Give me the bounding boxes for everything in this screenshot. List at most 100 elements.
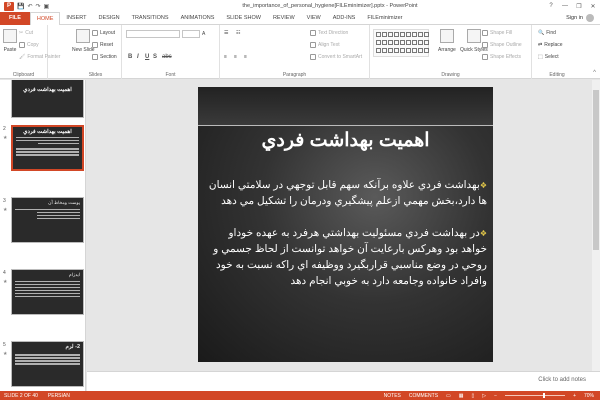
shape-icon[interactable] — [423, 47, 429, 53]
notes-toggle[interactable]: NOTES — [384, 393, 401, 399]
tab-design[interactable]: DESIGN — [93, 12, 126, 25]
slide-thumbnail-3[interactable]: پوست ومخاط آن — [11, 197, 84, 243]
shape-icon[interactable] — [411, 39, 417, 45]
select-button[interactable]: ⬚ Select — [538, 54, 559, 60]
tab-fileminimizer[interactable]: FILEminimizer — [361, 12, 408, 25]
slideshow-view-icon[interactable]: ▷ — [482, 393, 486, 399]
underline-button[interactable]: U — [145, 54, 149, 60]
current-slide[interactable]: اهمیت بهداشت فردي ❖بهداشت فردي علاوه برآ… — [198, 87, 493, 362]
reset-button[interactable]: Reset — [92, 42, 113, 48]
find-button[interactable]: 🔍 Find — [538, 30, 556, 36]
close-button[interactable]: ✕ — [586, 3, 600, 10]
slide-sorter-icon[interactable]: ▦ — [459, 393, 464, 399]
undo-icon[interactable]: ↶ — [27, 3, 32, 10]
language-indicator[interactable]: PERSIAN — [48, 393, 70, 399]
format-painter-button[interactable]: 🖌 Format Painter — [19, 54, 60, 60]
slide-thumbnail-2[interactable]: اهمیت بهداشت فردي — [11, 125, 84, 171]
notes-pane[interactable]: Click to add notes — [87, 371, 600, 391]
align-right-button[interactable]: ≡ — [244, 54, 247, 60]
start-slideshow-icon[interactable]: ▣ — [44, 3, 50, 10]
section-button[interactable]: Section — [92, 54, 117, 60]
cut-button[interactable]: ✂ Cut — [19, 30, 33, 36]
collapse-ribbon-icon[interactable]: ^ — [593, 70, 596, 76]
shape-icon[interactable] — [399, 47, 405, 53]
shape-icon[interactable] — [387, 31, 393, 37]
shape-icon[interactable] — [381, 39, 387, 45]
tab-file[interactable]: FILE — [0, 11, 30, 25]
save-icon[interactable]: 💾 — [17, 3, 24, 10]
bold-button[interactable]: B — [128, 54, 132, 60]
shape-icon[interactable] — [393, 47, 399, 53]
scrollbar-thumb[interactable] — [593, 90, 599, 250]
tab-insert[interactable]: INSERT — [60, 12, 92, 25]
shape-icon[interactable] — [375, 47, 381, 53]
slide-thumbnail-1[interactable]: اهمیت بهداشت فردي — [11, 80, 84, 118]
shape-icon[interactable] — [411, 31, 417, 37]
slide-thumbnail-5[interactable]: 2- لرم — [11, 341, 84, 387]
shapes-gallery[interactable] — [373, 29, 429, 57]
copy-button[interactable]: Copy — [19, 42, 39, 48]
zoom-out-icon[interactable]: − — [494, 393, 497, 399]
shape-icon[interactable] — [387, 39, 393, 45]
shape-icon[interactable] — [399, 31, 405, 37]
reading-view-icon[interactable]: ▯ — [472, 393, 475, 399]
shape-fill-button[interactable]: Shape Fill — [482, 30, 512, 36]
tab-transitions[interactable]: TRANSITIONS — [126, 12, 175, 25]
tab-slide-show[interactable]: SLIDE SHOW — [220, 12, 267, 25]
shape-icon[interactable] — [417, 39, 423, 45]
shape-outline-button[interactable]: Shape Outline — [482, 42, 522, 48]
text-direction-button[interactable]: Text Direction — [310, 30, 348, 36]
slide-title[interactable]: اهمیت بهداشت فردي — [198, 129, 493, 152]
zoom-in-icon[interactable]: + — [573, 393, 576, 399]
shape-icon[interactable] — [417, 47, 423, 53]
help-button[interactable]: ? — [544, 3, 558, 10]
shape-icon[interactable] — [423, 39, 429, 45]
shadow-button[interactable]: S — [153, 54, 157, 60]
shape-icon[interactable] — [375, 31, 381, 37]
shape-icon[interactable] — [399, 39, 405, 45]
layout-button[interactable]: Layout — [92, 30, 115, 36]
zoom-slider[interactable] — [505, 393, 566, 398]
grow-font-button[interactable]: A — [202, 31, 205, 37]
strikethrough-button[interactable]: abc — [162, 54, 172, 60]
shape-icon[interactable] — [393, 31, 399, 37]
shape-effects-button[interactable]: Shape Effects — [482, 54, 521, 60]
zoom-level[interactable]: 70% — [584, 393, 594, 399]
tab-add-ins[interactable]: ADD-INS — [327, 12, 362, 25]
comments-toggle[interactable]: COMMENTS — [409, 393, 438, 399]
shape-icon[interactable] — [375, 39, 381, 45]
redo-icon[interactable]: ↷ — [36, 3, 41, 10]
replace-button[interactable]: ⇄ Replace — [538, 42, 563, 48]
restore-button[interactable]: ❐ — [572, 3, 586, 10]
minimize-button[interactable]: — — [558, 3, 572, 10]
convert-smartart-button[interactable]: Convert to SmartArt — [310, 54, 362, 60]
tab-home[interactable]: HOME — [29, 11, 61, 26]
tab-animations[interactable]: ANIMATIONS — [175, 12, 221, 25]
shape-icon[interactable] — [423, 31, 429, 37]
shape-icon[interactable] — [411, 47, 417, 53]
slide-body[interactable]: ❖بهداشت فردي علاوه برآنكه سهم قابل توجهي… — [204, 177, 487, 305]
font-size-input[interactable] — [182, 30, 200, 38]
shape-icon[interactable] — [381, 31, 387, 37]
shape-icon[interactable] — [405, 47, 411, 53]
align-center-button[interactable]: ≡ — [234, 54, 237, 60]
tab-view[interactable]: VIEW — [301, 12, 327, 25]
numbering-button[interactable]: ☷ — [236, 30, 240, 36]
slide-thumbnail-4[interactable]: ایدزام — [11, 269, 84, 315]
font-name-input[interactable] — [126, 30, 180, 38]
italic-button[interactable]: I — [137, 54, 139, 60]
shape-icon[interactable] — [405, 39, 411, 45]
align-left-button[interactable]: ≡ — [224, 54, 227, 60]
shape-icon[interactable] — [417, 31, 423, 37]
arrange-button[interactable]: Arrange — [438, 29, 456, 53]
shape-icon[interactable] — [387, 47, 393, 53]
align-text-button[interactable]: Align Text — [310, 42, 340, 48]
shape-icon[interactable] — [405, 31, 411, 37]
shape-icon[interactable] — [381, 47, 387, 53]
shape-icon[interactable] — [393, 39, 399, 45]
vertical-scrollbar[interactable] — [592, 80, 600, 371]
paste-button[interactable]: Paste — [3, 29, 17, 53]
sign-in[interactable]: Sign in — [566, 14, 600, 22]
normal-view-icon[interactable]: ▭ — [446, 393, 451, 399]
tab-review[interactable]: REVIEW — [267, 12, 301, 25]
